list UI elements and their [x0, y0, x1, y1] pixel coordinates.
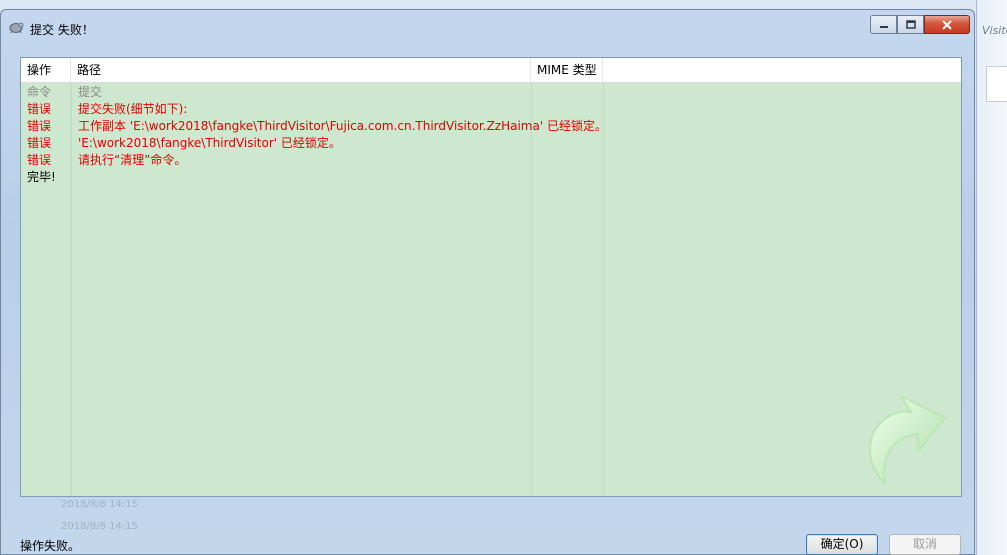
- row-action: 完毕!: [27, 170, 56, 184]
- row-action: 错误: [27, 153, 52, 167]
- title-bar: 提交 失败！: [1, 10, 974, 44]
- column-header-path[interactable]: 路径: [71, 58, 531, 82]
- dialog-title: 提交 失败！: [30, 23, 94, 37]
- list-item[interactable]: 错误 工作副本 'E:\work2018\fangke\ThirdVisitor…: [21, 118, 961, 135]
- row-path: 请执行“清理”命令。: [78, 153, 187, 167]
- commit-arrow-icon: [869, 393, 947, 487]
- row-action: 错误: [27, 136, 52, 150]
- row-action: 错误: [27, 119, 52, 133]
- column-header-mime-type[interactable]: MIME 类型: [531, 58, 603, 82]
- list-item[interactable]: 命令 提交: [21, 84, 961, 101]
- list-item[interactable]: 错误 'E:\work2018\fangke\ThirdVisitor' 已经锁…: [21, 135, 961, 152]
- status-text: 操作失败。: [20, 539, 81, 553]
- row-path: 提交: [78, 85, 103, 99]
- background-row: 2018/8/8 14:15: [61, 499, 138, 510]
- background-window-panel: [986, 66, 1007, 102]
- close-icon: [942, 19, 952, 30]
- minimize-button[interactable]: [870, 15, 897, 34]
- log-rows: 命令 提交 错误 提交失败(细节如下): 错误 工作副本 'E:\work201…: [21, 84, 961, 186]
- background-row: 2018/8/8 14:15: [61, 521, 138, 532]
- list-item[interactable]: 错误 请执行“清理”命令。: [21, 152, 961, 169]
- list-item[interactable]: 完毕!: [21, 169, 961, 186]
- row-path: 'E:\work2018\fangke\ThirdVisitor' 已经锁定。: [78, 136, 341, 150]
- log-list[interactable]: 操作 路径 MIME 类型 命令 提交 错误 提交失败(细节如下): 错误 工作…: [20, 57, 962, 497]
- list-header: 操作 路径 MIME 类型: [21, 58, 961, 83]
- row-action: 错误: [27, 102, 52, 116]
- background-window-text: Visito: [982, 24, 1007, 37]
- column-header-action[interactable]: 操作: [21, 58, 71, 82]
- list-item[interactable]: 错误 提交失败(细节如下):: [21, 101, 961, 118]
- minimize-icon: [879, 25, 888, 28]
- cancel-button[interactable]: 取消: [889, 534, 961, 555]
- maximize-icon: [905, 20, 916, 29]
- close-button[interactable]: [924, 15, 970, 34]
- row-path: 提交失败(细节如下):: [78, 102, 188, 116]
- row-path: 工作副本 'E:\work2018\fangke\ThirdVisitor\Fu…: [78, 119, 607, 133]
- maximize-button[interactable]: [897, 15, 924, 34]
- row-action: 命令: [27, 85, 52, 99]
- column-header-filler: [603, 58, 961, 82]
- commit-failed-dialog: 提交 失败！ 操作 路径 MIME 类型 命令 提交 错误 提交失败(细节如下)…: [0, 9, 975, 555]
- tortoise-icon: [9, 22, 24, 34]
- ok-button[interactable]: 确定(O): [806, 534, 878, 555]
